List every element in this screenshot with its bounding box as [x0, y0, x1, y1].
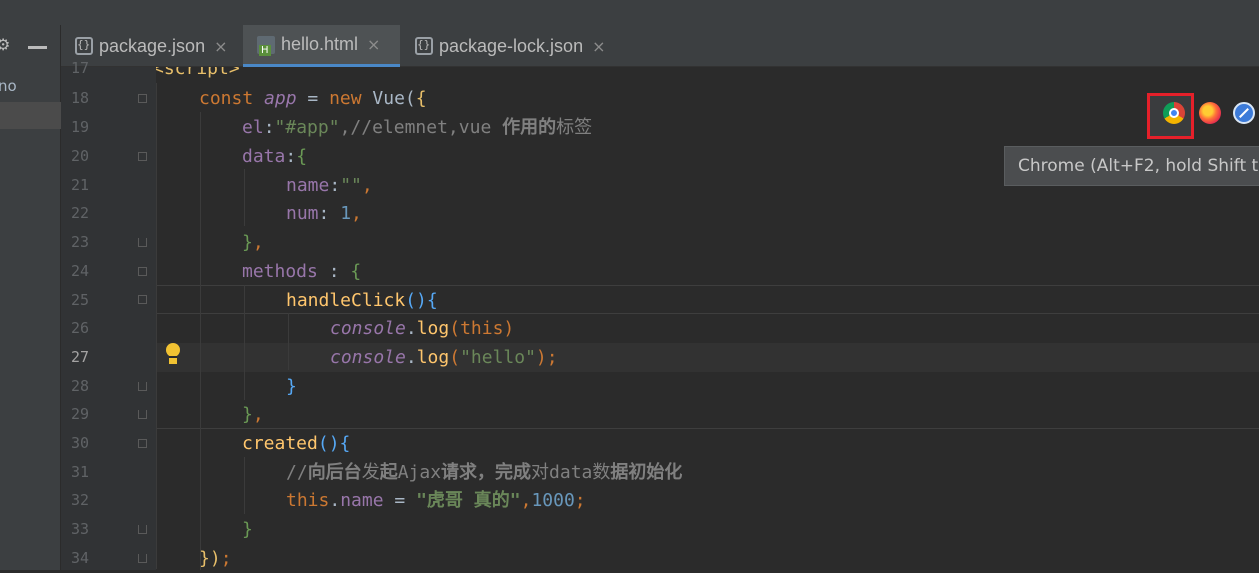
- json-file-icon: [415, 37, 433, 55]
- code-line-28: }: [286, 376, 297, 397]
- code-line-17: <script>: [156, 67, 240, 79]
- code-line-27: console.log("hello");: [330, 347, 558, 368]
- lightbulb-base: [169, 356, 177, 364]
- code-line-18: const app = new Vue({: [199, 88, 427, 109]
- line-number: 23: [70, 233, 89, 251]
- firefox-icon[interactable]: [1199, 102, 1221, 124]
- gear-icon[interactable]: ⚙: [0, 35, 10, 54]
- line-number: 33: [70, 520, 89, 538]
- tab-label: hello.html: [281, 34, 359, 54]
- fold-marker-open[interactable]: [138, 295, 147, 304]
- line-number-current: 27: [70, 348, 89, 366]
- html-file-icon: [257, 35, 275, 56]
- code-editor[interactable]: <script> const app = new Vue({ el:"#app"…: [156, 67, 1259, 570]
- line-number: 31: [70, 463, 89, 481]
- close-icon[interactable]: ×: [592, 37, 605, 56]
- indent-guide: [244, 169, 245, 226]
- fold-marker-close[interactable]: [138, 238, 147, 247]
- tab-label: package-lock.json: [439, 35, 584, 56]
- line-number: 17: [70, 59, 89, 77]
- fold-marker-close[interactable]: [138, 410, 147, 419]
- line-number: 24: [70, 262, 89, 280]
- line-number: 18: [70, 89, 89, 107]
- code-line-23: },: [242, 232, 264, 253]
- project-tool-window: ⚙ no: [0, 25, 61, 570]
- fold-marker-close[interactable]: [138, 525, 147, 534]
- close-icon[interactable]: ×: [214, 37, 227, 56]
- chrome-icon[interactable]: [1163, 102, 1185, 124]
- line-number: 32: [70, 491, 89, 509]
- code-line-22: num: 1,: [286, 203, 362, 224]
- selected-tree-item[interactable]: [0, 102, 61, 129]
- hide-panel-icon[interactable]: [28, 46, 47, 49]
- indent-guide: [288, 313, 289, 370]
- lightbulb-glass: [166, 343, 180, 357]
- lightbulb-icon[interactable]: [165, 343, 181, 364]
- indent-guide: [156, 83, 157, 569]
- line-number: 26: [70, 319, 89, 337]
- line-number: 22: [70, 204, 89, 222]
- code-line-29: },: [242, 404, 264, 425]
- line-number: 21: [70, 176, 89, 194]
- editor-gutter: 17 18 19 20 21 22 23 24 25 26 27 28 29 3…: [61, 59, 156, 570]
- safari-icon[interactable]: [1233, 102, 1255, 124]
- line-number: 34: [70, 549, 89, 567]
- code-line-32: this.name = "虎哥 真的",1000;: [286, 490, 586, 511]
- code-line-21: name:"",: [286, 175, 373, 196]
- line-number: 25: [70, 291, 89, 309]
- indent-guide: [244, 457, 245, 514]
- project-tree-label[interactable]: no: [0, 77, 17, 95]
- line-number: 29: [70, 405, 89, 423]
- fold-marker-open[interactable]: [138, 267, 147, 276]
- browser-tooltip: Chrome (Alt+F2, hold Shift to: [1004, 146, 1259, 186]
- code-line-24: methods : {: [242, 261, 362, 282]
- fold-marker-close[interactable]: [138, 554, 147, 563]
- fold-marker-close[interactable]: [138, 382, 147, 391]
- close-icon[interactable]: ×: [367, 35, 380, 54]
- editor-tab-bar: package.json × hello.html × package-lock…: [61, 25, 1259, 67]
- code-line-34: });: [199, 548, 232, 569]
- tab-package-lock-json[interactable]: package-lock.json ×: [415, 25, 619, 67]
- fold-marker-open[interactable]: [138, 94, 147, 103]
- window-title-bar: [0, 0, 1259, 26]
- indent-guide: [200, 112, 201, 570]
- indent-guide: [244, 285, 245, 400]
- tab-hello-html[interactable]: hello.html ×: [243, 25, 400, 67]
- tab-label: package.json: [99, 35, 206, 56]
- code-line-25: handleClick(){: [286, 290, 438, 311]
- line-number: 30: [70, 434, 89, 452]
- tab-package-json[interactable]: package.json ×: [75, 25, 241, 67]
- code-line-30: created(){: [242, 433, 351, 454]
- code-line-33: }: [242, 519, 253, 540]
- line-number: 28: [70, 377, 89, 395]
- fold-marker-open[interactable]: [138, 439, 147, 448]
- code-line-20: data:{: [242, 146, 308, 167]
- fold-marker-open[interactable]: [138, 152, 147, 161]
- code-line-31: //向后台发起Ajax请求，完成对data数据初始化: [286, 462, 683, 483]
- code-line-19: el:"#app",//elemnet,vue 作用的标签: [242, 117, 593, 138]
- code-line-26: console.log(this): [330, 318, 515, 339]
- current-line-highlight: [156, 343, 1259, 372]
- json-file-icon: [75, 37, 93, 55]
- line-number: 19: [70, 118, 89, 136]
- line-number: 20: [70, 147, 89, 165]
